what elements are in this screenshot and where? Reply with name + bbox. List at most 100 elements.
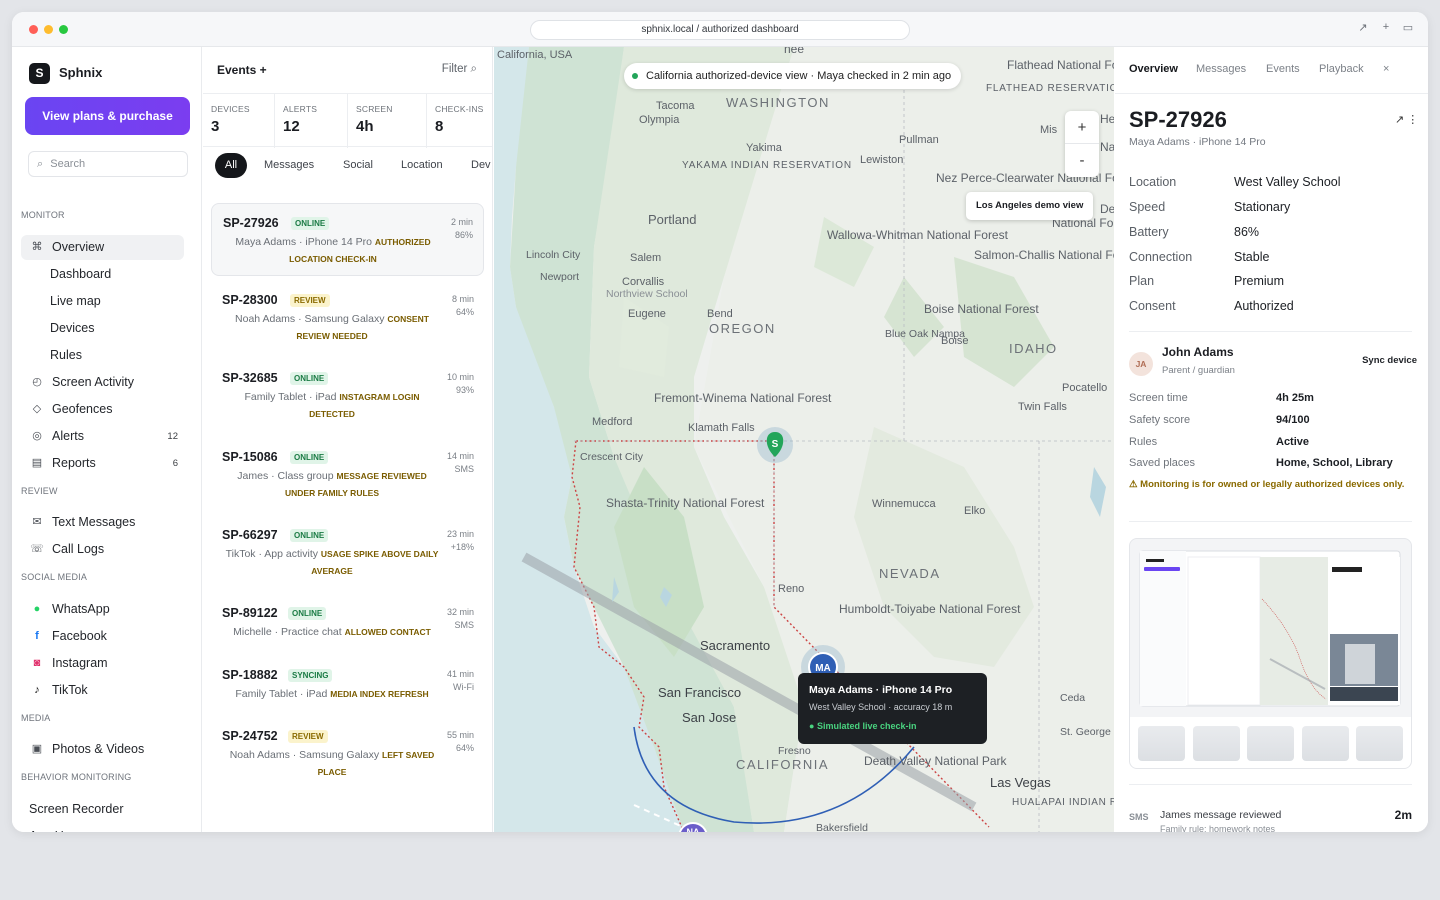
map-status-pill[interactable]: California authorized-device view · Maya… xyxy=(624,63,962,89)
device-subtitle: Maya Adams · iPhone 14 Pro xyxy=(1129,136,1266,148)
stats-row: DEVICES 3 ALERTS 12 SCREEN 4h CHECK-INS … xyxy=(203,93,492,148)
close-icon[interactable]: × xyxy=(1383,63,1389,75)
map-label-humboldt: Humboldt-Toiyabe National Forest xyxy=(839,602,1021,616)
section-review: REVIEW xyxy=(21,486,58,496)
sidebar-item-dashboard[interactable]: Dashboard xyxy=(21,262,184,287)
tiktok-icon: ♪ xyxy=(34,684,40,696)
event-time-value: 8 min xyxy=(451,294,474,304)
maximize-dot[interactable] xyxy=(59,25,68,34)
sidebar-item-instagram[interactable]: ◙ Instagram xyxy=(21,651,184,676)
chip-all[interactable]: All xyxy=(215,153,247,178)
thumbnail[interactable] xyxy=(1247,726,1294,761)
new-tab-icon[interactable]: + xyxy=(1379,21,1393,33)
sidebar-item-tiktok[interactable]: ♪ TikTok xyxy=(21,678,184,703)
screen-preview[interactable] xyxy=(1129,538,1412,769)
map-label-oregon: OREGON xyxy=(709,321,776,336)
chip-location[interactable]: Location xyxy=(401,153,443,178)
sidebar-item-label: Alerts xyxy=(52,429,84,443)
sms-icon: SMS xyxy=(1129,812,1149,822)
image-icon: ▣ xyxy=(31,743,43,755)
sidebar-item-label: App Usage xyxy=(29,824,91,832)
map-label-region: California, USA xyxy=(497,49,573,61)
sidebar-item-label: Dashboard xyxy=(50,267,112,281)
tabs-divider xyxy=(1115,93,1428,94)
event-card[interactable]: SP-66297 ONLINE TikTok · App activity USAG… xyxy=(211,516,484,589)
open-external-icon[interactable]: ↗ xyxy=(1356,21,1370,34)
events-panel: Events + Filter ⌕ DEVICES 3 ALERTS 12 SC… xyxy=(203,47,493,832)
event-time-value: 41 min xyxy=(446,669,474,679)
window-icon[interactable]: ▭ xyxy=(1401,21,1415,34)
map-label-nevada: NEVADA xyxy=(879,566,941,581)
thumbnail[interactable] xyxy=(1193,726,1240,761)
field-battery: Battery 86% xyxy=(1129,225,1412,245)
activity-title[interactable]: James message reviewed xyxy=(1160,809,1281,821)
event-card[interactable]: SP-32685 ONLINE Family Tablet · iPad INSTA… xyxy=(211,359,484,432)
sidebar-item-app-usage[interactable]: App Usage xyxy=(21,824,184,832)
map-label-elko: Elko xyxy=(964,505,985,517)
sidebar-item-whatsapp[interactable]: ● WhatsApp xyxy=(21,597,184,622)
chip-devices[interactable]: Dev xyxy=(471,153,491,178)
live-map[interactable]: S MA NA California, USA WASHINGTON OREGO… xyxy=(494,47,1114,832)
sidebar-item-geofences[interactable]: ◇ Geofences xyxy=(21,397,184,422)
map-label-death-valley: Death Valley National Park xyxy=(864,754,1008,768)
sync-device-button[interactable]: Sync device xyxy=(1362,355,1417,366)
sidebar-item-facebook[interactable]: f Facebook xyxy=(21,624,184,649)
close-dot[interactable] xyxy=(29,25,38,34)
filter-button[interactable]: Filter ⌕ xyxy=(442,63,477,76)
reports-count: 6 xyxy=(172,458,178,469)
map-label-crescent: Crescent City xyxy=(580,451,644,463)
sidebar-item-rules[interactable]: Rules xyxy=(21,343,184,368)
thumbnail[interactable] xyxy=(1138,726,1185,761)
tab-overview[interactable]: Overview xyxy=(1129,63,1178,75)
minimize-dot[interactable] xyxy=(44,25,53,34)
chip-messages[interactable]: Messages xyxy=(264,153,314,178)
view-plans-button[interactable]: View plans & purchase xyxy=(25,97,190,135)
sidebar-item-devices[interactable]: Devices xyxy=(21,316,184,341)
sidebar-item-live-map[interactable]: Live map xyxy=(21,289,184,314)
summary-key: Safety score xyxy=(1129,414,1191,426)
authorization-warning: ⚠ Monitoring is for owned or legally aut… xyxy=(1129,479,1405,490)
sidebar-item-call-logs[interactable]: ☏ Call Logs xyxy=(21,537,184,562)
thumbnail[interactable] xyxy=(1356,726,1403,761)
event-meta: +18% xyxy=(450,542,474,552)
url-bar[interactable]: sphnix.local / authorized dashboard xyxy=(530,20,910,40)
map-label-hualapai: HUALAPAI INDIAN RESERVATION xyxy=(1012,797,1114,808)
stat-value: 8 xyxy=(435,118,444,135)
zoom-out-button[interactable]: - xyxy=(1065,144,1099,177)
event-card[interactable]: SP-15086 ONLINE James · Class group MESSAG… xyxy=(211,438,484,511)
demo-view-button[interactable]: Los Angeles demo view xyxy=(966,192,1094,220)
field-value: Authorized xyxy=(1234,299,1294,313)
map-label-washington: WASHINGTON xyxy=(726,95,830,110)
map-status-text: California authorized-device view · Maya… xyxy=(646,70,952,82)
chip-social[interactable]: Social xyxy=(343,153,373,178)
event-card[interactable]: SP-28300 REVIEW Noah Adams · Samsung Galax… xyxy=(211,281,484,354)
sidebar-item-reports[interactable]: ▤ Reports 6 xyxy=(21,451,184,476)
event-time: 8 min 64% xyxy=(452,293,474,319)
sidebar-item-photos-videos[interactable]: ▣ Photos & Videos xyxy=(21,737,184,762)
popup-title: Maya Adams · iPhone 14 Pro xyxy=(809,684,953,696)
event-description: James · Class group MESSAGE REVIEWED UND… xyxy=(222,468,442,502)
sidebar-item-screen-activity[interactable]: ◴ Screen Activity xyxy=(21,370,184,395)
popup-status-text: Simulated live check-in xyxy=(816,721,917,731)
thumbnail[interactable] xyxy=(1302,726,1349,761)
sidebar-item-screen-recorder[interactable]: Screen Recorder xyxy=(21,797,184,822)
expand-more-icon[interactable]: ↗ ⋮ xyxy=(1395,113,1418,126)
preview-thumbnails xyxy=(1130,717,1411,768)
tab-playback[interactable]: Playback xyxy=(1319,63,1364,75)
mail-icon: ✉ xyxy=(32,516,42,528)
tab-events[interactable]: Events xyxy=(1266,63,1300,75)
event-card[interactable]: SP-27926 ONLINE Maya Adams · iPhone 14 Pro… xyxy=(211,203,484,276)
event-time: 32 min SMS xyxy=(447,606,474,632)
sidebar: S Sphnix View plans & purchase ⌕ Search … xyxy=(12,47,202,832)
zoom-in-button[interactable]: + xyxy=(1065,111,1099,144)
app-window: sphnix.local / authorized dashboard ↗ + … xyxy=(12,12,1428,832)
events-title[interactable]: Events + xyxy=(217,63,267,77)
tab-messages[interactable]: Messages xyxy=(1196,63,1246,75)
sidebar-item-text-messages[interactable]: ✉ Text Messages xyxy=(21,510,184,535)
event-card[interactable]: SP-24752 REVIEW Noah Adams · Samsung Galax… xyxy=(211,717,484,790)
event-meta: 64% xyxy=(455,743,474,753)
sidebar-item-overview[interactable]: ⌘ Overview xyxy=(21,235,184,260)
map-label-nee: nee xyxy=(784,47,804,56)
search-input[interactable]: ⌕ Search xyxy=(28,151,188,177)
sidebar-item-alerts[interactable]: ◎ Alerts 12 xyxy=(21,424,184,449)
